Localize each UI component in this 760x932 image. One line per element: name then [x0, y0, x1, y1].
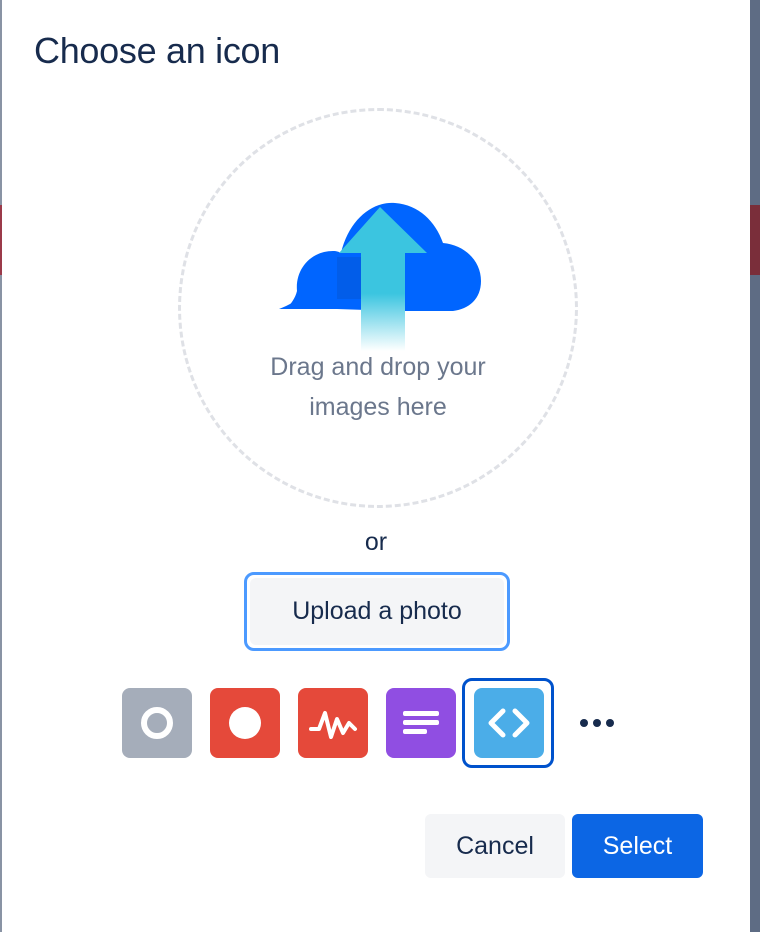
upload-photo-button[interactable]: Upload a photo	[244, 572, 510, 651]
more-icons-button[interactable]	[572, 700, 622, 746]
icon-option-filled-circle[interactable]	[210, 688, 280, 758]
icon-option-code-brackets[interactable]	[474, 688, 544, 758]
upload-photo-label: Upload a photo	[250, 578, 504, 645]
icon-option-pulse[interactable]	[298, 688, 368, 758]
pulse-icon	[309, 711, 357, 739]
image-dropzone[interactable]: Drag and drop your images here	[178, 108, 578, 508]
icon-option-circle-outline[interactable]	[122, 688, 192, 758]
dropzone-text-line2: images here	[309, 393, 447, 421]
choose-icon-dialog: Choose an icon Drag and drop your images…	[2, 0, 750, 932]
dropzone-instructions: Drag and drop your images here	[181, 347, 575, 427]
dialog-footer: Cancel Select	[2, 814, 750, 878]
dropzone-text-line1: Drag and drop your	[270, 353, 486, 381]
text-lines-icon	[403, 711, 439, 734]
filled-circle-icon	[229, 707, 261, 739]
circle-outline-icon	[141, 707, 173, 739]
icon-picker-row	[2, 678, 750, 770]
select-button[interactable]: Select	[572, 814, 703, 878]
backdrop-right-edge	[750, 0, 760, 932]
backdrop-right-edge-accent	[750, 205, 760, 275]
icon-option-text-lines[interactable]	[386, 688, 456, 758]
code-brackets-icon	[488, 708, 530, 738]
or-separator: or	[364, 528, 388, 556]
cancel-button[interactable]: Cancel	[425, 814, 565, 878]
cloud-upload-icon	[279, 202, 481, 351]
dialog-title: Choose an icon	[34, 30, 280, 71]
more-dots-icon	[580, 719, 614, 727]
